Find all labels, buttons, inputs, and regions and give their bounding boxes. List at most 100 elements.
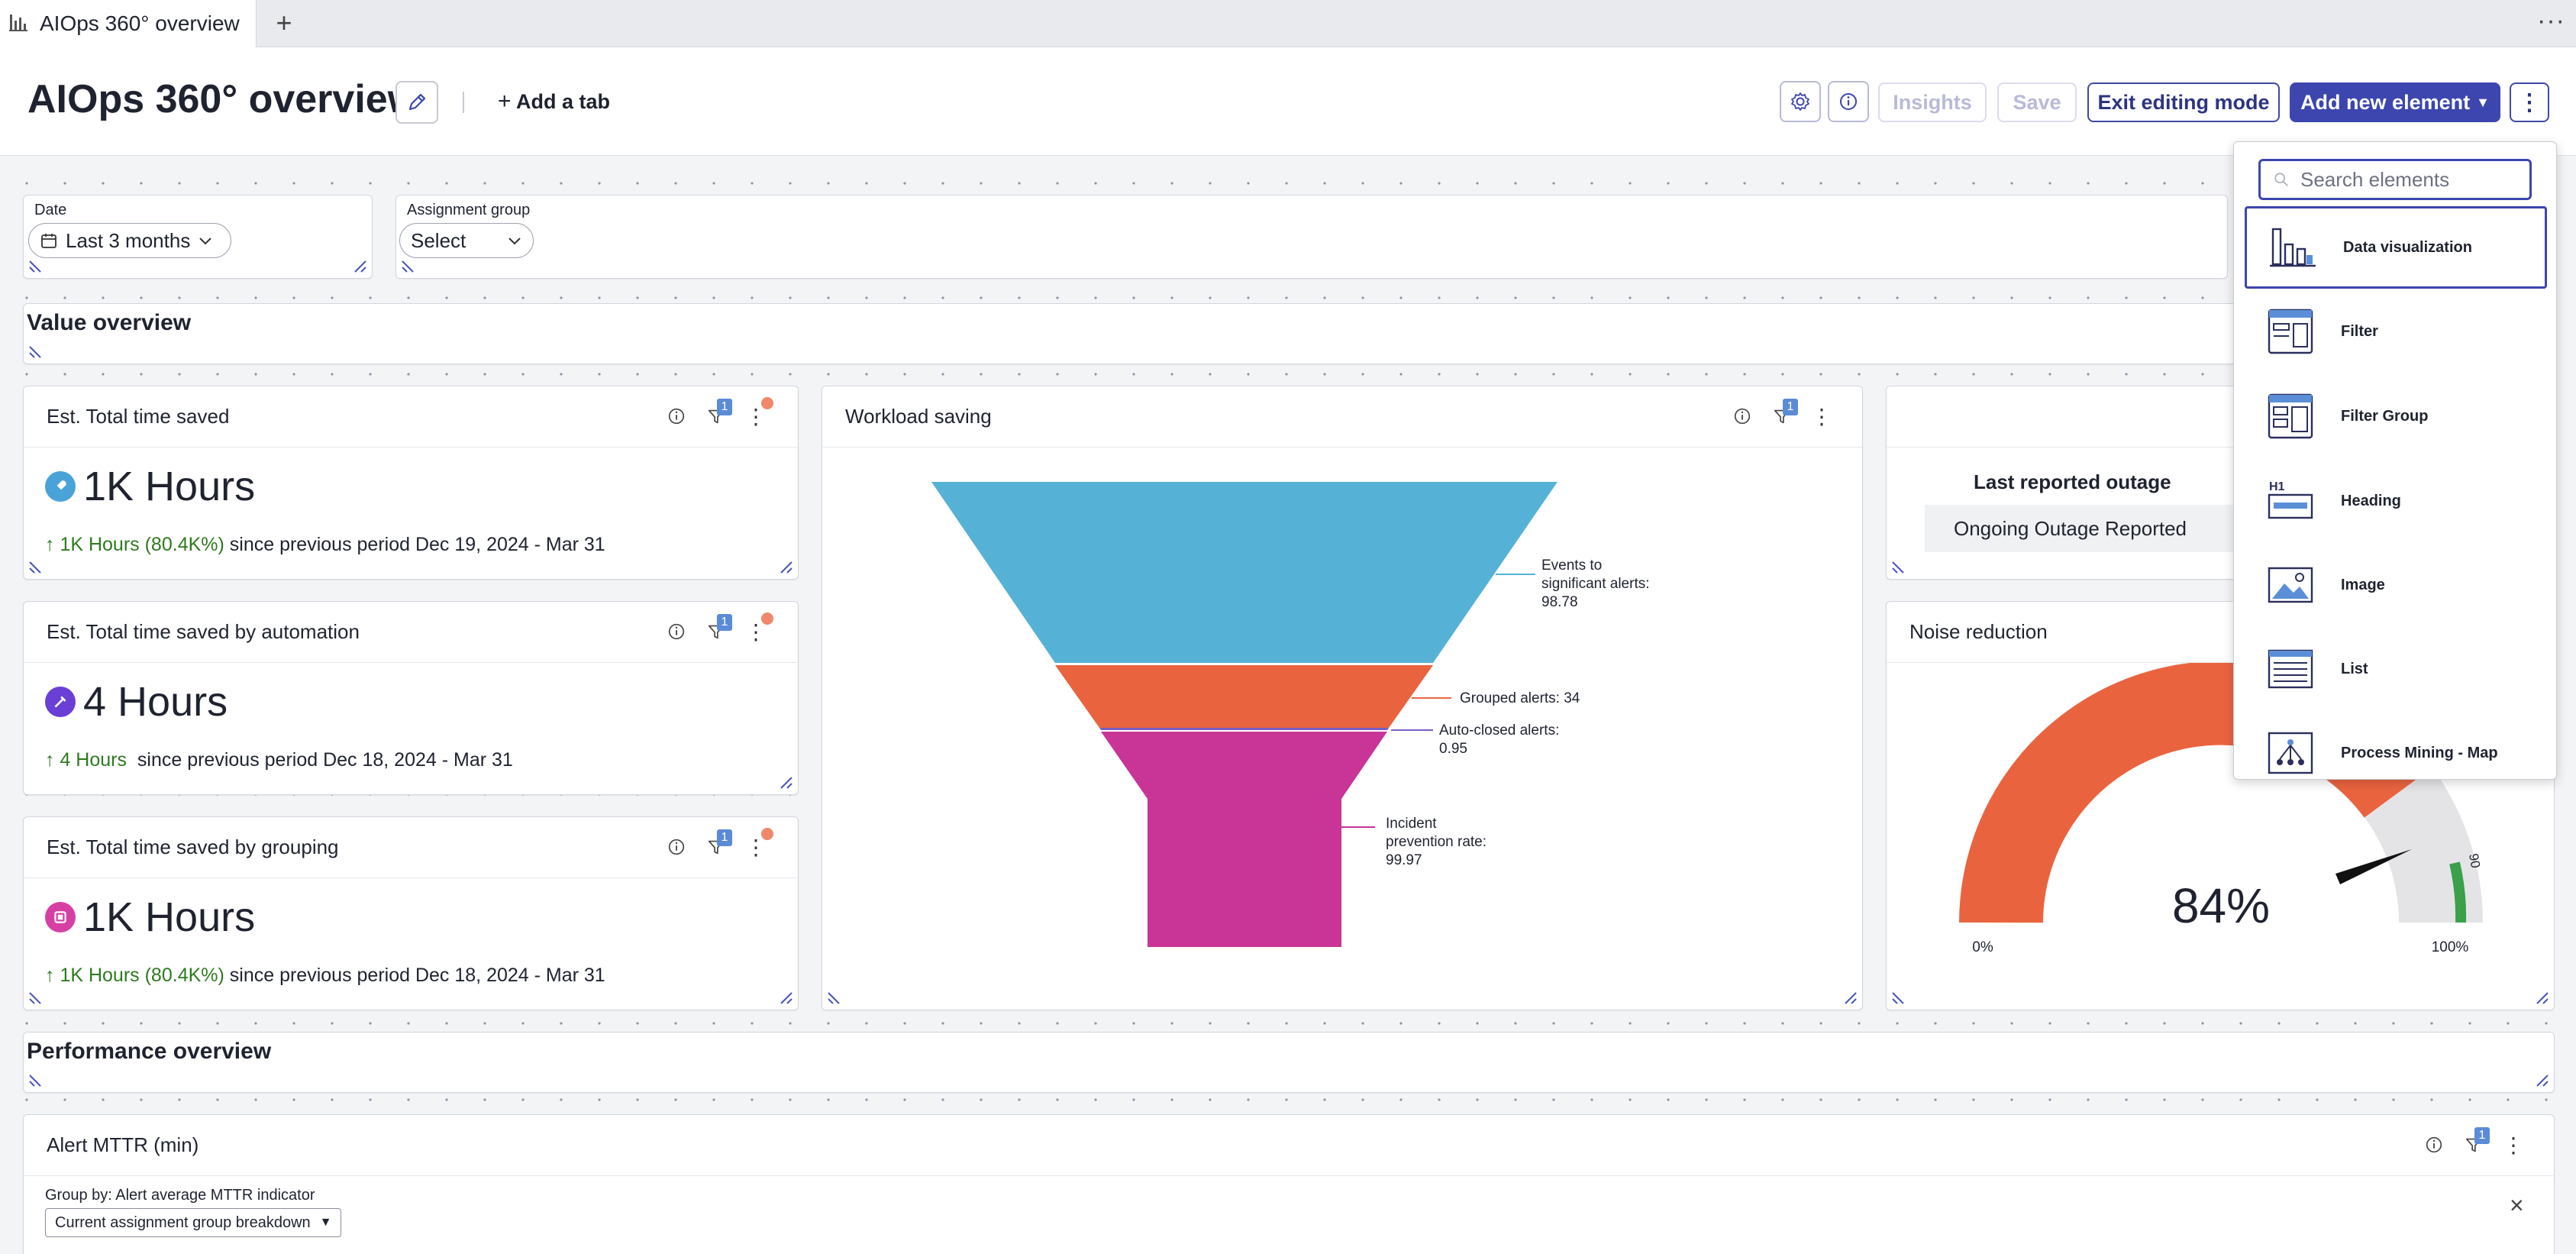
image-icon [2268, 567, 2313, 603]
resize-handle-icon[interactable] [773, 770, 793, 790]
exit-editing-button[interactable]: Exit editing mode [2087, 82, 2280, 122]
insights-button[interactable]: Insights [1878, 82, 1987, 122]
funnel-stage-autoclosed[interactable] [1099, 728, 1389, 730]
card-actions: 1 ⋮ [1731, 399, 1833, 428]
funnel-chart: Events to significant alerts: 98.78 Groupe… [931, 482, 1650, 947]
funnel-stage-grouped[interactable] [1055, 665, 1433, 728]
bar-chart-icon [2270, 228, 2316, 267]
card-menu-icon[interactable]: ⋮ [1810, 405, 1833, 428]
resize-handle-icon[interactable] [773, 985, 793, 1005]
filter-count-badge: 1 [2474, 1127, 2490, 1144]
resize-handle-icon[interactable] [827, 985, 847, 1005]
funnel-stage-incident[interactable] [1101, 732, 1387, 947]
date-filter-card: Date Last 3 months [23, 195, 373, 279]
caret-down-icon: ▼ [319, 1216, 332, 1229]
kpi-value: 1K Hours [83, 894, 256, 940]
info-icon[interactable] [665, 405, 688, 428]
menu-item-label: List [2341, 660, 2368, 677]
date-filter-value: Last 3 months [66, 228, 191, 252]
resize-handle-icon[interactable] [1891, 554, 1911, 574]
resize-handle-icon[interactable] [28, 339, 48, 359]
page-title: AIOps 360° overview [27, 77, 419, 121]
card-header: Est. Total time saved 1 ⋮ [24, 386, 798, 448]
funnel-stage-events[interactable] [931, 482, 1558, 663]
new-tab-button[interactable]: + [269, 8, 299, 38]
add-new-element-button[interactable]: Add new element ▼ [2290, 82, 2500, 122]
kpi-title: Est. Total time saved by automation [47, 620, 360, 643]
browser-more-button[interactable]: ··· [2537, 6, 2565, 36]
menu-item-image[interactable]: Image [2245, 544, 2547, 626]
alert-dot [761, 397, 773, 409]
trend-up-icon: ↑ [45, 749, 60, 771]
filter-icon[interactable]: 1 [705, 399, 732, 428]
filter-icon[interactable]: 1 [1771, 399, 1798, 428]
add-tab-button[interactable]: + Add a tab [498, 89, 610, 115]
alert-dot [761, 612, 773, 625]
kpi-card: Est. Total time saved 1 ⋮ 1K Hours ↑ 1K … [23, 386, 799, 580]
kpi-trend: ↑ 1K Hours (80.4K%) since previous perio… [45, 534, 605, 556]
card-menu-icon[interactable]: ⋮ [2502, 1133, 2525, 1157]
kpi-trend-text: since previous period Dec 18, 2024 - Mar… [127, 749, 513, 771]
caret-down-icon: ▼ [2476, 94, 2490, 110]
pencil-icon [408, 93, 426, 111]
filter-icon[interactable]: 1 [705, 614, 732, 643]
group-by-value: Current assignment group breakdown [55, 1214, 311, 1231]
element-search-input[interactable] [2300, 167, 2529, 192]
menu-item-filter[interactable]: Filter [2245, 290, 2547, 373]
chevron-down-icon [508, 238, 521, 245]
kpi-value: 1K Hours [83, 464, 256, 509]
filter-icon[interactable]: 1 [705, 829, 732, 858]
performance-overview-section: Performance overview [23, 1032, 2555, 1093]
info-icon[interactable] [1731, 405, 1754, 428]
menu-item-label: Heading [2341, 492, 2401, 509]
plus-icon: + [498, 89, 512, 114]
card-header: Workload saving 1 ⋮ [822, 386, 1862, 448]
section-heading: Value overview [27, 310, 192, 335]
menu-item-heading[interactable]: H1 Heading [2245, 460, 2547, 542]
info-icon[interactable] [665, 620, 688, 643]
resize-handle-icon[interactable] [2529, 985, 2549, 1005]
resize-handle-icon[interactable] [28, 554, 48, 574]
browser-tab[interactable]: AIOps 360° overview [0, 0, 257, 47]
search-icon [2274, 173, 2288, 186]
trend-up-icon: ↑ [45, 965, 60, 986]
resize-handle-icon[interactable] [1838, 985, 1858, 1005]
filter-group-icon [2268, 393, 2313, 439]
save-button[interactable]: Save [1997, 82, 2077, 122]
resize-handle-icon[interactable] [1891, 985, 1911, 1005]
menu-item-list[interactable]: List [2245, 628, 2547, 710]
assignment-group-value: Select [411, 228, 466, 252]
browser-tab-bar: AIOps 360° overview + ··· [0, 0, 2576, 47]
menu-item-data-visualization[interactable]: Data visualization [2245, 206, 2547, 289]
info-icon[interactable] [2423, 1133, 2445, 1156]
info-icon[interactable] [665, 835, 688, 858]
edit-title-button[interactable] [395, 81, 438, 124]
card-header: Est. Total time saved by automation 1 ⋮ [24, 602, 798, 663]
resize-handle-icon[interactable] [773, 554, 793, 574]
resize-handle-icon[interactable] [28, 254, 48, 273]
resize-handle-icon[interactable] [28, 985, 48, 1005]
filter-count-badge: 1 [717, 614, 732, 631]
calendar-icon [41, 234, 56, 248]
resize-handle-icon[interactable] [2529, 1068, 2549, 1088]
menu-item-process-mining-map[interactable]: Process Mining - Map [2245, 712, 2547, 779]
kpi-trend-value: 1K Hours (80.4K%) [60, 534, 224, 555]
settings-button[interactable] [1780, 81, 1821, 122]
kpi-trend-value: 4 Hours [60, 749, 127, 771]
info-button[interactable] [1828, 81, 1869, 122]
resize-handle-icon[interactable] [347, 254, 367, 273]
filter-icon[interactable]: 1 [2462, 1127, 2490, 1156]
group-by-select[interactable]: Current assignment group breakdown ▼ [45, 1208, 342, 1237]
close-icon[interactable]: × [2510, 1191, 2524, 1220]
resize-handle-icon[interactable] [28, 1068, 48, 1088]
funnel-label: Grouped alerts: 34 [1460, 690, 1580, 706]
element-search[interactable] [2258, 159, 2532, 200]
date-filter-select[interactable]: Last 3 months [28, 223, 231, 258]
gauge-target-label: 90 [2466, 852, 2483, 869]
add-new-element-label: Add new element [2300, 90, 2471, 114]
more-options-button[interactable]: ⋮ [2510, 82, 2549, 122]
menu-item-filter-group[interactable]: Filter Group [2245, 375, 2547, 457]
resize-handle-icon[interactable] [401, 254, 421, 273]
workload-title: Workload saving [845, 405, 992, 428]
menu-item-label: Filter [2341, 322, 2378, 340]
